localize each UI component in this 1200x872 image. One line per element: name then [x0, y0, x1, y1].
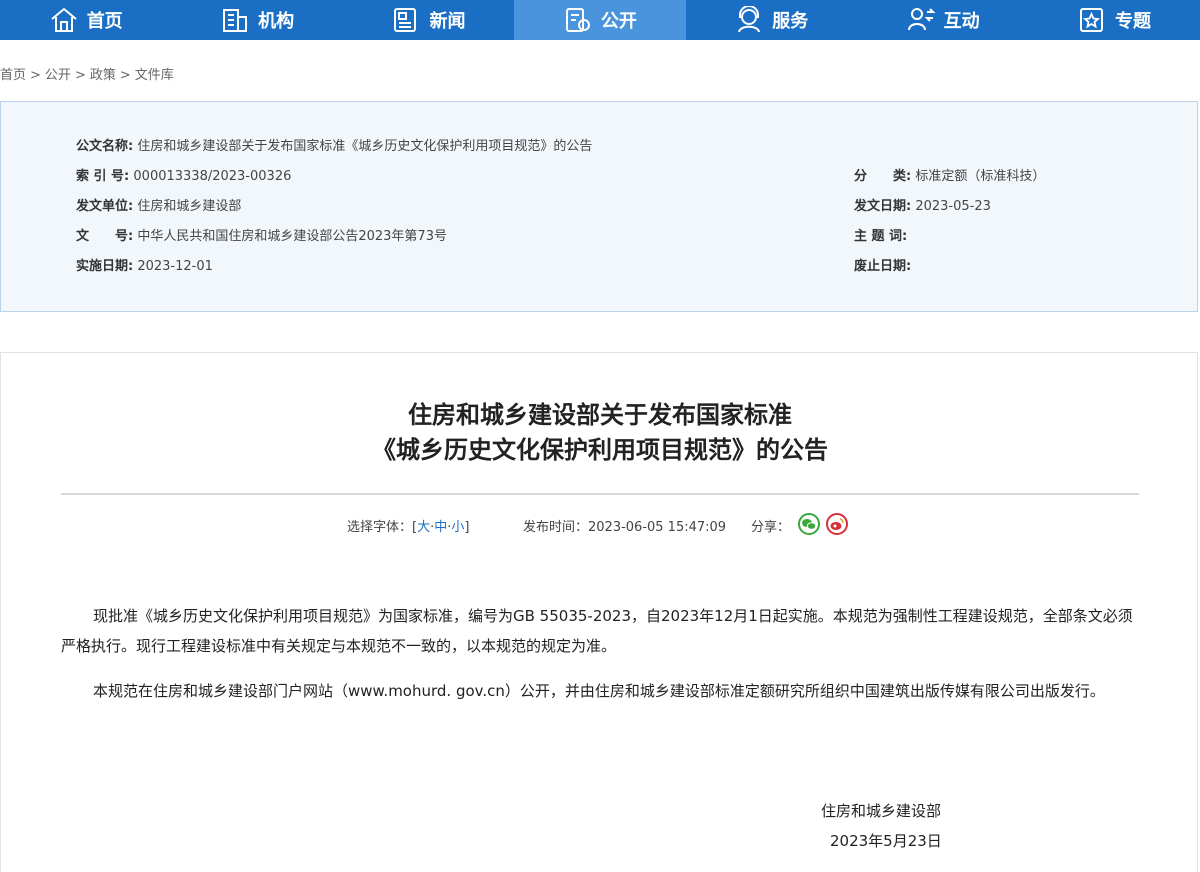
info-issuer-label: 发文单位: [76, 199, 134, 214]
info-abolish-label: 废止日期: [854, 259, 912, 274]
title-divider [61, 493, 1139, 495]
topic-icon [1080, 8, 1104, 32]
info-issuer-value: 住房和城乡建设部 [137, 199, 242, 214]
info-issue-date: 发文日期: 2023-05-23 [854, 195, 991, 214]
nav-open-label: 公开 [600, 11, 637, 32]
nav-news[interactable]: 新闻 [343, 0, 514, 40]
info-category: 分 类: 标准定额（标准科技） [854, 165, 1045, 184]
building-icon [223, 9, 248, 32]
breadcrumb-separator: > [119, 68, 131, 83]
publish-time: 发布时间：2023-06-05 15:47:09 [523, 520, 727, 535]
info-keywords-label: 主 题 词: [854, 229, 908, 244]
info-doc-no-label: 文 号: [76, 229, 134, 244]
info-doc-no: 文 号: 中华人民共和国住房和城乡建设部公告2023年第73号 [76, 225, 447, 244]
news-icon [394, 8, 417, 32]
font-size-selector: 选择字体：[大·中·小] [347, 516, 469, 535]
signature-date: 2023年5月23日 [830, 832, 942, 850]
info-effective-label: 实施日期: [76, 259, 134, 274]
info-category-value: 标准定额（标准科技） [915, 169, 1046, 184]
nav-service[interactable]: 服务 [686, 0, 857, 40]
nav-home[interactable]: 首页 [0, 0, 171, 40]
nav-interaction-label: 互动 [943, 11, 980, 32]
article-title-line2: 《城乡历史文化保护利用项目规范》的公告 [372, 436, 828, 464]
info-keywords: 主 题 词: [854, 225, 907, 244]
font-size-label: 选择字体：[ [347, 520, 418, 535]
info-abolish: 废止日期: [854, 255, 911, 274]
nav-service-label: 服务 [772, 11, 809, 32]
breadcrumb-home[interactable]: 首页 [0, 68, 26, 83]
info-issue-date-label: 发文日期: [854, 199, 912, 214]
breadcrumb-file-library[interactable]: 文件库 [135, 68, 174, 83]
nav-institutions-label: 机构 [258, 11, 295, 32]
article-paragraph-1: 现批准《城乡历史文化保护利用项目规范》为国家标准，编号为GB 55035-202… [61, 607, 1133, 655]
nav-open[interactable]: 公开 [514, 0, 686, 40]
article-paragraph-2: 本规范在住房和城乡建设部门户网站（www.mohurd. gov.cn）公开，并… [93, 682, 1105, 700]
document-info-panel: 公文名称: 住房和城乡建设部关于发布国家标准《城乡历史文化保护利用项目规范》的公… [0, 101, 1198, 312]
nav-institutions[interactable]: 机构 [171, 0, 342, 40]
nav-interaction[interactable]: 互动 [857, 0, 1028, 40]
font-large-link[interactable]: 大 [417, 520, 430, 535]
top-nav: 首页 机构 新闻 公开 服务 互动 专题 [0, 0, 1200, 40]
nav-topic-label: 专题 [1115, 11, 1152, 32]
info-doc-name: 公文名称: 住房和城乡建设部关于发布国家标准《城乡历史文化保护利用项目规范》的公… [76, 135, 592, 154]
home-icon [51, 7, 77, 32]
share-label: 分享： [751, 520, 791, 535]
service-icon [738, 6, 761, 33]
signature-org: 住房和城乡建设部 [821, 802, 942, 820]
info-issue-date-value: 2023-05-23 [915, 199, 991, 214]
interaction-icon [907, 8, 936, 31]
info-doc-name-value: 住房和城乡建设部关于发布国家标准《城乡历史文化保护利用项目规范》的公告 [137, 139, 593, 154]
info-category-label: 分 类: [854, 169, 912, 184]
info-issuer: 发文单位: 住房和城乡建设部 [76, 195, 241, 214]
font-medium-link[interactable]: 中 [434, 520, 447, 535]
breadcrumb-separator: > [74, 68, 86, 83]
weibo-share-icon[interactable] [826, 513, 848, 535]
breadcrumb-open[interactable]: 公开 [45, 68, 71, 83]
open-doc-icon [565, 8, 590, 32]
nav-topic[interactable]: 专题 [1028, 0, 1199, 40]
font-close-bracket: ] [464, 520, 470, 535]
breadcrumb: 首页 > 公开 > 政策 > 文件库 [0, 64, 174, 83]
nav-news-label: 新闻 [429, 11, 466, 32]
info-doc-no-value: 中华人民共和国住房和城乡建设部公告2023年第73号 [137, 229, 447, 244]
breadcrumb-separator: > [30, 68, 41, 83]
info-effective: 实施日期: 2023-12-01 [76, 255, 213, 274]
nav-home-label: 首页 [86, 11, 123, 32]
breadcrumb-policy[interactable]: 政策 [90, 68, 116, 83]
info-doc-name-label: 公文名称: [76, 139, 134, 154]
info-index-label: 索 引 号: [76, 169, 130, 184]
info-effective-value: 2023-12-01 [137, 259, 213, 274]
info-index: 索 引 号: 000013338/2023-00326 [76, 165, 291, 184]
font-small-link[interactable]: 小 [451, 520, 464, 535]
info-index-value: 000013338/2023-00326 [133, 169, 292, 184]
article-title-line1: 住房和城乡建设部关于发布国家标准 [408, 401, 792, 429]
article-panel: 住房和城乡建设部关于发布国家标准 《城乡历史文化保护利用项目规范》的公告 选择字… [0, 352, 1198, 872]
wechat-share-icon[interactable] [798, 513, 820, 535]
